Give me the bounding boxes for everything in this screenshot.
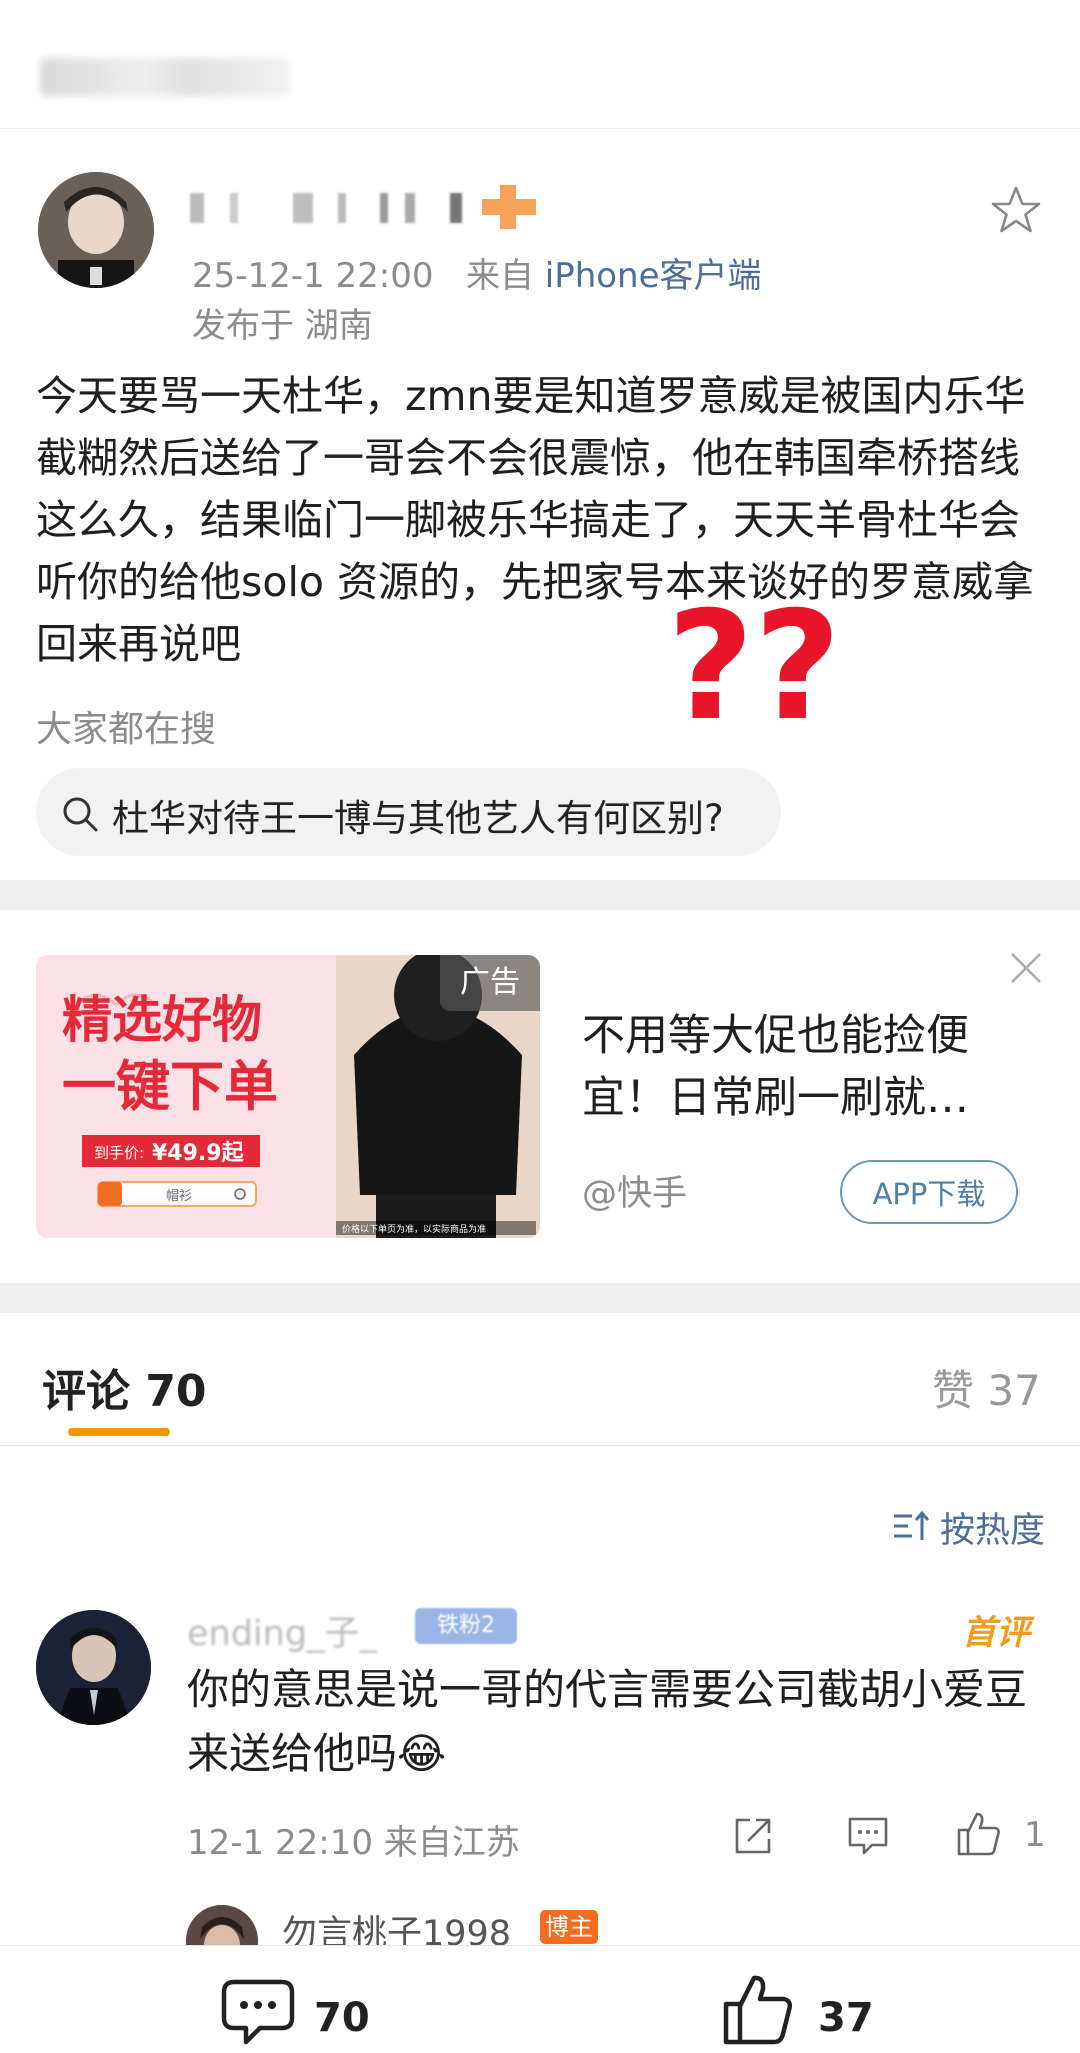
ad-price-label: 到手价: <box>94 1144 144 1162</box>
close-icon[interactable] <box>1008 950 1044 986</box>
post-timestamp: 25-12-1 22:00 <box>192 256 434 296</box>
trending-search-title: 大家都在搜 <box>36 709 217 750</box>
search-icon <box>62 796 98 832</box>
comment-icon[interactable] <box>220 1978 296 2048</box>
sort-by-hot-button[interactable]: 按热度 <box>940 1502 1045 1553</box>
comment-count: 70 <box>314 1995 370 2041</box>
sort-icon <box>892 1510 932 1544</box>
section-divider <box>0 880 1080 910</box>
app-download-button[interactable]: APP下载 <box>840 1160 1018 1224</box>
ad-search-term: 帽衫 <box>166 1188 192 1204</box>
star-outline-icon[interactable] <box>990 185 1042 237</box>
reply-icon[interactable] <box>846 1815 890 1857</box>
trending-search-query[interactable]: 杜华对待王一博与其他艺人有何区别? <box>112 788 724 842</box>
like-icon[interactable] <box>722 1972 794 2046</box>
like-count: 37 <box>818 1995 874 2041</box>
ad-price: ¥49.9起 <box>152 1141 245 1166</box>
tabs-divider <box>0 1445 1080 1446</box>
comment-like-count: 1 <box>1024 1815 1046 1855</box>
bottom-action-bar <box>0 1945 1080 2053</box>
ad-brand[interactable]: @快手 <box>582 1165 687 1216</box>
comment-meta: 12-1 22:10 来自江苏 <box>187 1823 520 1863</box>
ad-disclaimer: 价格以下单页为准，以实际商品为准 <box>342 1223 486 1235</box>
thumbs-up-icon[interactable] <box>955 1810 1003 1858</box>
fan-level-badge: 铁粉2 <box>415 1608 517 1644</box>
post-source-prefix: 来自 <box>465 256 534 296</box>
first-comment-label: 首评 <box>962 1613 1030 1653</box>
tab-comments[interactable]: 评论 70 <box>42 1355 207 1419</box>
post-location: 发布于 湖南 <box>192 306 373 346</box>
comment-text: 你的意思是说一哥的代言需要公司截胡小爱豆来送给他吗😂 <box>187 1665 1028 1778</box>
share-icon[interactable] <box>732 1815 774 1857</box>
top-bar <box>0 0 1080 129</box>
commenter-name[interactable]: ending_子_ <box>187 1605 377 1656</box>
ad-tag: 广告 <box>440 955 540 1011</box>
post-body-text: 今天要骂一天杜华，zmn要是知道罗意威是被国内乐华截糊然后送给了一哥会不会很震惊… <box>36 372 1034 668</box>
ad-title[interactable]: 不用等大促也能捡便宜！日常刷一刷就… <box>582 1005 1002 1129</box>
commenter-avatar[interactable] <box>36 1610 151 1725</box>
vip-badge-icon <box>482 185 536 229</box>
author-avatar[interactable] <box>38 172 154 288</box>
author-badge: 博主 <box>540 1910 598 1944</box>
section-divider <box>0 1283 1080 1313</box>
blurred-title <box>40 58 290 96</box>
tab-likes[interactable]: 赞 37 <box>932 1357 1041 1418</box>
ad-headline-1: 精选好物 <box>62 991 262 1049</box>
question-marks-text: ?? <box>667 600 841 750</box>
red-question-marks-sticker: ?? <box>663 576 890 758</box>
ad-headline-2: 一键下单 <box>62 1055 278 1118</box>
author-name-masked[interactable] <box>190 185 540 229</box>
post-source[interactable]: iPhone客户端 <box>545 256 762 296</box>
active-tab-indicator <box>68 1428 170 1436</box>
